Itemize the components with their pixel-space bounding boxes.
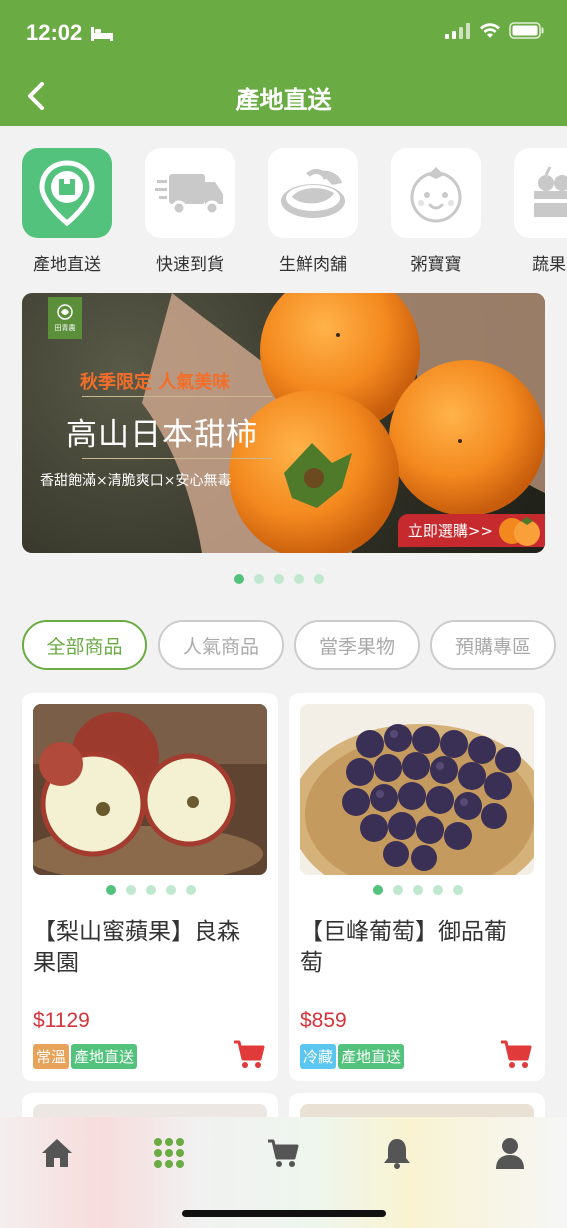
location-pin-icon <box>39 160 95 227</box>
tag-origin-direct: 產地直送 <box>71 1044 138 1069</box>
home-indicator <box>182 1210 386 1217</box>
category-label: 產地直送 <box>33 255 101 275</box>
image-pagination <box>373 885 463 895</box>
promo-banner[interactable]: 田青農 秋季限定 人氣美味 高山日本甜柿 香甜飽滿×清脆爽口×安心無毒 立即選購… <box>22 293 545 553</box>
baby-face-icon <box>410 167 462 223</box>
grid-icon <box>154 1138 184 1168</box>
pagination-dot[interactable] <box>433 885 443 895</box>
cart-icon <box>501 1040 532 1068</box>
product-price: $1129 <box>33 1009 90 1032</box>
meat-icon <box>281 169 345 218</box>
product-filter-tabs: 全部商品 人氣商品 當季果物 預購專區 <box>22 620 567 672</box>
category-fast-delivery[interactable]: 快速到貨 <box>145 148 235 275</box>
pagination-dot[interactable] <box>393 885 403 895</box>
tab-seasonal-fruit[interactable]: 當季果物 <box>294 620 420 670</box>
vegetable-basket-icon <box>534 166 567 217</box>
banner-divider <box>82 458 272 459</box>
product-card[interactable]: 【巨峰葡萄】御品葡萄 $859 冷藏 產地直送 <box>289 693 545 1081</box>
product-name: 【梨山蜜蘋果】良森果園 <box>33 919 240 976</box>
pagination-dot[interactable] <box>373 885 383 895</box>
pagination-dot[interactable] <box>314 574 324 584</box>
banner-description: 香甜飽滿×清脆爽口×安心無毒 <box>40 473 232 489</box>
category-vegetables[interactable]: 蔬果 <box>514 148 567 275</box>
pagination-dot[interactable] <box>453 885 463 895</box>
category-label: 快速到貨 <box>156 255 224 275</box>
banner-title: 高山日本甜柿 <box>66 417 258 453</box>
add-to-cart-button[interactable] <box>232 1037 266 1071</box>
product-card[interactable]: 【梨山蜜蘋果】良森果園 $1129 常溫 產地直送 <box>22 693 278 1081</box>
pagination-dot[interactable] <box>254 574 264 584</box>
banner-cta-label: 立即選購>> <box>407 522 493 540</box>
category-label: 粥寶寶 <box>410 255 462 275</box>
pagination-dot[interactable] <box>234 574 244 584</box>
app-header: 12:02 產地直送 <box>0 0 567 126</box>
add-to-cart-button[interactable] <box>499 1037 533 1071</box>
category-label: 生鮮肉舖 <box>279 255 347 275</box>
category-origin-direct[interactable]: 產地直送 <box>22 148 112 275</box>
leaf-logo-icon <box>57 304 73 320</box>
pagination-dot[interactable] <box>106 885 116 895</box>
category-fresh-meat[interactable]: 生鮮肉舖 <box>268 148 358 275</box>
pagination-dot[interactable] <box>166 885 176 895</box>
page-title: 產地直送 <box>235 86 332 114</box>
image-pagination <box>106 885 196 895</box>
home-icon <box>42 1139 72 1167</box>
bell-icon <box>384 1139 410 1169</box>
category-baby-porridge[interactable]: 粥寶寶 <box>391 148 481 275</box>
truck-icon <box>155 174 223 216</box>
product-price: $859 <box>300 1009 347 1032</box>
tag-room-temp: 常溫 <box>33 1044 70 1069</box>
pagination-dot[interactable] <box>274 574 284 584</box>
sleep-mode-icon <box>91 27 113 41</box>
product-tags: 常溫 產地直送 <box>33 1044 138 1069</box>
cart-icon <box>268 1139 299 1167</box>
pagination-dot[interactable] <box>126 885 136 895</box>
brand-logo-text: 田青農 <box>54 324 76 332</box>
signal-icon <box>445 22 470 39</box>
category-label: 蔬果 <box>532 255 566 275</box>
brand-logo: 田青農 <box>48 297 82 339</box>
pagination-dot[interactable] <box>186 885 196 895</box>
product-image <box>300 704 534 875</box>
pagination-dot[interactable] <box>413 885 423 895</box>
apple-image <box>33 704 267 875</box>
grape-image <box>300 704 534 875</box>
nav-cart[interactable] <box>263 1133 303 1173</box>
tab-popular-products[interactable]: 人氣商品 <box>158 620 284 670</box>
tag-refrigerated: 冷藏 <box>300 1044 337 1069</box>
nav-home[interactable] <box>37 1133 77 1173</box>
product-tags: 冷藏 產地直送 <box>300 1044 405 1069</box>
user-icon <box>496 1138 524 1169</box>
status-time: 12:02 <box>26 20 83 45</box>
pagination-dot[interactable] <box>146 885 156 895</box>
category-row: 產地直送 快速到貨 生鮮肉舖 粥寶寶 蔬果 <box>0 148 567 278</box>
banner-pagination <box>234 574 324 584</box>
tab-all-products[interactable]: 全部商品 <box>22 620 147 670</box>
banner-subtitle: 秋季限定 人氣美味 <box>80 372 231 393</box>
status-indicators <box>445 22 545 39</box>
nav-categories[interactable] <box>149 1133 189 1173</box>
tab-preorder[interactable]: 預購專區 <box>430 620 556 670</box>
nav-notifications[interactable] <box>377 1133 417 1173</box>
product-image <box>33 704 267 875</box>
mini-persimmon-icon <box>499 517 540 546</box>
nav-profile[interactable] <box>490 1133 530 1173</box>
tag-origin-direct: 產地直送 <box>338 1044 405 1069</box>
product-name: 【巨峰葡萄】御品葡萄 <box>300 919 507 976</box>
pagination-dot[interactable] <box>294 574 304 584</box>
battery-icon <box>509 22 544 39</box>
banner-divider <box>82 396 272 397</box>
wifi-icon <box>480 22 500 38</box>
cart-icon <box>234 1040 265 1068</box>
